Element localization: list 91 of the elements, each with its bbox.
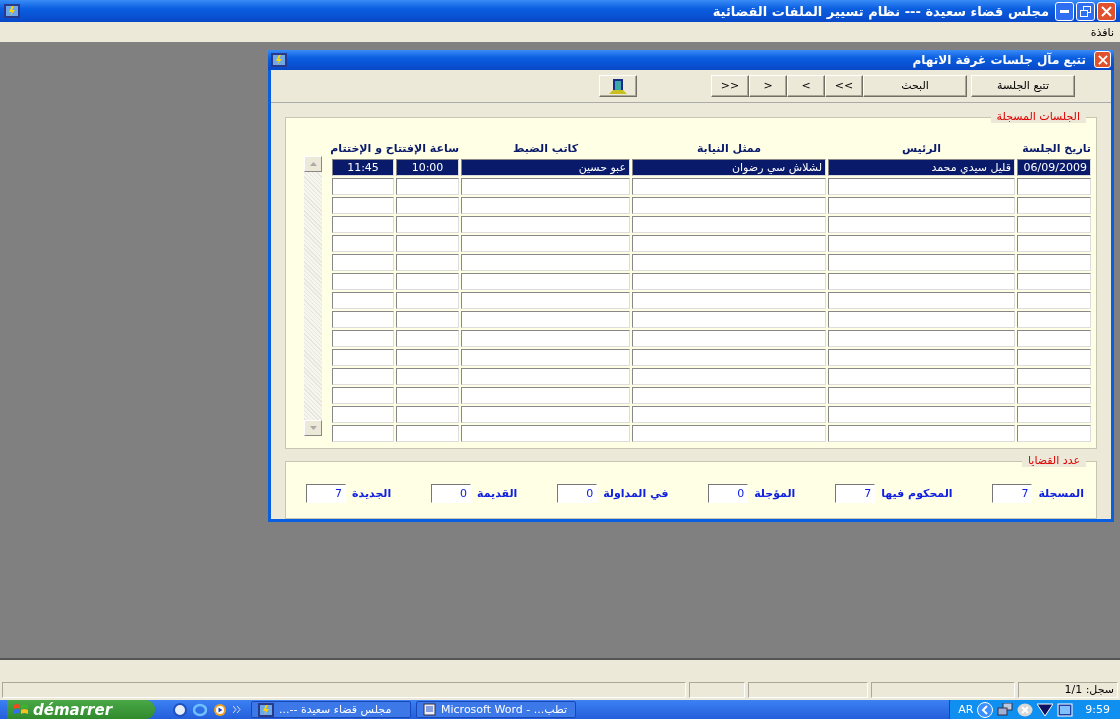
count-field[interactable]: 7 (835, 483, 876, 503)
minimize-button[interactable] (1055, 1, 1074, 21)
nav-button[interactable]: << (825, 74, 863, 97)
table-cell (396, 272, 459, 290)
group-title: الجلسات المسجلة (990, 109, 1086, 123)
scrollbar[interactable] (304, 155, 322, 436)
table-cell (332, 405, 394, 423)
window-title: تتبع مآل جلسات غرفة الاتهام (912, 52, 1086, 67)
nav-button[interactable]: >> (711, 74, 749, 97)
table-cell: قليل سيدي محمد (828, 158, 1015, 176)
field-label: المسجلة (1038, 486, 1084, 500)
close-icon (1101, 5, 1112, 17)
column-header: ساعة الإفتتاح و الإختتام (332, 141, 459, 155)
monitor-icon[interactable] (1057, 702, 1074, 717)
table-cell (396, 291, 459, 309)
restore-button[interactable] (1076, 1, 1095, 21)
table-cell (396, 367, 459, 385)
table-cell (332, 272, 394, 290)
network-icon[interactable] (997, 702, 1014, 717)
count-field[interactable]: 7 (306, 483, 347, 503)
count-field[interactable]: 7 (992, 483, 1033, 503)
down-arrow-icon (309, 425, 317, 430)
table-cell: عبو حسين (461, 158, 630, 176)
minimize-icon (1060, 9, 1069, 13)
table-cell (332, 310, 394, 328)
table-cell (396, 386, 459, 404)
app-icon (271, 52, 287, 67)
taskbar-button[interactable]: مجلس قضاء سعيدة --... (251, 701, 411, 718)
table-cell (396, 348, 459, 366)
restore-icon (1080, 5, 1091, 17)
app-icon (258, 702, 274, 717)
table-cell (332, 215, 394, 233)
group-title: عدد القضايا (1022, 454, 1086, 468)
table-cell (332, 291, 394, 309)
table-cell: 06/09/2009 (1017, 158, 1091, 176)
table-cell (396, 405, 459, 423)
toolbar-button[interactable]: تتبع الجلسة (971, 74, 1075, 97)
table-cell (332, 253, 394, 271)
count-field[interactable]: 0 (557, 483, 598, 503)
field-label: القديمة (477, 486, 518, 500)
table-cell (396, 177, 459, 195)
up-arrow-icon (309, 161, 317, 166)
taskbar-button[interactable]: Microsoft Word - ...تطب (416, 701, 576, 718)
table-cell (332, 367, 394, 385)
app-icon (4, 4, 20, 18)
table-cell (332, 329, 394, 347)
door-icon (609, 77, 627, 94)
table-cell (396, 234, 459, 252)
table-cell (396, 424, 459, 442)
table-cell (332, 196, 394, 214)
table-cell (396, 310, 459, 328)
table-cell: لشلاش سي رضوان (632, 158, 826, 176)
table-cell (396, 329, 459, 347)
table-cell (332, 348, 394, 366)
media-player-icon[interactable] (213, 702, 227, 717)
chevron-icon[interactable] (233, 706, 241, 713)
count-field[interactable]: 0 (708, 483, 749, 503)
windows-logo-icon (13, 702, 29, 717)
exit-button[interactable] (599, 74, 637, 97)
column-header: الرئيس (901, 141, 942, 155)
field-label: المحكوم فيها (881, 486, 953, 500)
close-button[interactable] (1094, 51, 1111, 69)
close-icon (1097, 54, 1108, 65)
clock: 9:59 (1085, 703, 1110, 716)
close-button[interactable] (1097, 1, 1116, 21)
field-label: في المداولة (603, 486, 669, 500)
column-header: تاريخ الجلسة (1021, 141, 1091, 155)
nav-button[interactable]: < (787, 74, 825, 97)
field-label: الجديدة (352, 486, 392, 500)
start-button[interactable]: démarrer (7, 700, 155, 719)
field-label: المؤجلة (754, 486, 796, 500)
menu-item[interactable]: نافذة (1090, 25, 1114, 39)
table-cell (332, 424, 394, 442)
document-icon (423, 703, 436, 716)
record-counter: سجل: 1/1 (1018, 682, 1118, 698)
status-panel (689, 682, 745, 698)
nav-button[interactable]: > (749, 74, 787, 97)
internet-explorer-icon[interactable] (193, 702, 207, 717)
column-header: كاتب الضبط (511, 141, 580, 155)
toolbar-button[interactable]: البحث (863, 74, 967, 97)
table-cell (396, 215, 459, 233)
table-cell: 11:45 (332, 158, 394, 176)
column-header: ممثل النيابة (695, 141, 763, 155)
table-cell: 10:00 (396, 158, 459, 176)
table-cell (332, 386, 394, 404)
table-cell (332, 234, 394, 252)
table-cell (332, 177, 394, 195)
count-field[interactable]: 0 (431, 483, 471, 503)
table-cell (396, 253, 459, 271)
table-cell (396, 196, 459, 214)
window-title: مجلس قضاء سعيدة --- نظام تسيير الملفات القضائية (712, 3, 1049, 19)
